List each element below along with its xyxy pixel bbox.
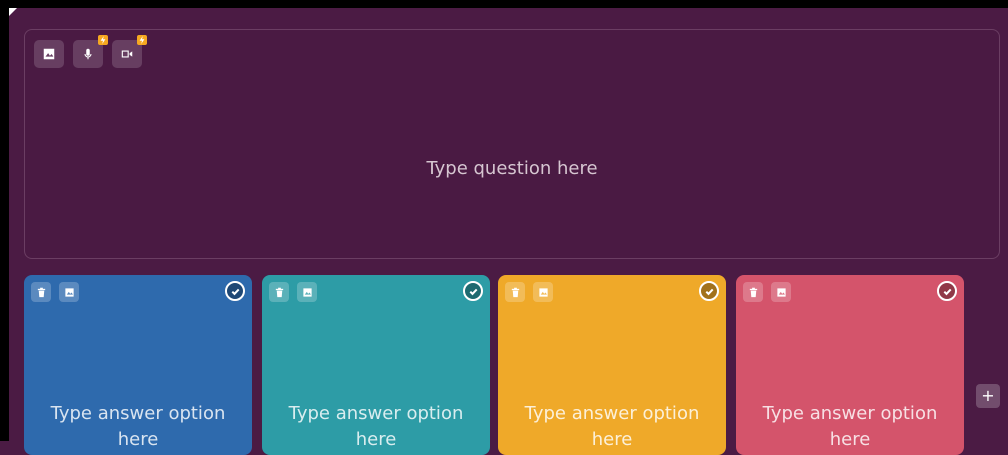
mark-correct-toggle[interactable] [699,281,719,301]
lightning-icon [139,36,145,44]
answer-toolbar [269,282,317,302]
answer-placeholder: Type answer option here [524,403,700,450]
add-answer-image-button[interactable] [533,282,553,302]
trash-icon [749,287,757,297]
add-answer-image-button[interactable] [771,282,791,302]
answer-toolbar [505,282,553,302]
mark-correct-toggle[interactable] [463,281,483,301]
answer-toolbar [743,282,791,302]
premium-badge [98,35,108,45]
window-top-border [0,0,1008,8]
add-answer-option-button[interactable]: + [976,384,1000,408]
checkmark-icon [469,288,477,295]
mark-correct-toggle[interactable] [225,281,245,301]
delete-answer-button[interactable] [505,282,525,302]
add-image-button[interactable] [34,40,64,68]
microphone-icon [84,48,92,60]
checkmark-icon [231,288,239,295]
add-answer-image-button[interactable] [297,282,317,302]
trash-icon [511,287,519,297]
trash-icon [275,287,283,297]
answer-option-2[interactable]: Type answer option here [262,275,490,455]
add-video-button[interactable] [112,35,147,68]
answer-placeholder: Type answer option here [50,403,226,450]
delete-answer-button[interactable] [269,282,289,302]
image-icon [43,48,55,60]
checkmark-icon [943,288,951,295]
question-media-toolbar [34,35,147,68]
add-audio-button[interactable] [73,35,108,68]
delete-answer-button[interactable] [743,282,763,302]
answer-option-3[interactable]: Type answer option here [498,275,726,455]
image-icon [538,287,548,297]
answer-placeholder: Type answer option here [762,403,938,450]
add-answer-image-button[interactable] [59,282,79,302]
image-icon [302,287,312,297]
question-input-area[interactable]: Type question here [24,29,1000,259]
image-icon [776,287,786,297]
trash-icon [37,287,45,297]
corner-marker [9,8,17,16]
answer-option-4[interactable]: Type answer option here [736,275,964,455]
answer-option-1[interactable]: Type answer option here [24,275,252,455]
mark-correct-toggle[interactable] [937,281,957,301]
image-icon [64,287,74,297]
answer-toolbar [31,282,79,302]
lightning-icon [100,36,106,44]
video-icon [121,50,133,58]
premium-badge [137,35,147,45]
window-left-border [0,0,9,441]
answer-placeholder: Type answer option here [288,403,464,450]
delete-answer-button[interactable] [31,282,51,302]
checkmark-icon [705,288,713,295]
question-placeholder: Type question here [426,158,598,179]
